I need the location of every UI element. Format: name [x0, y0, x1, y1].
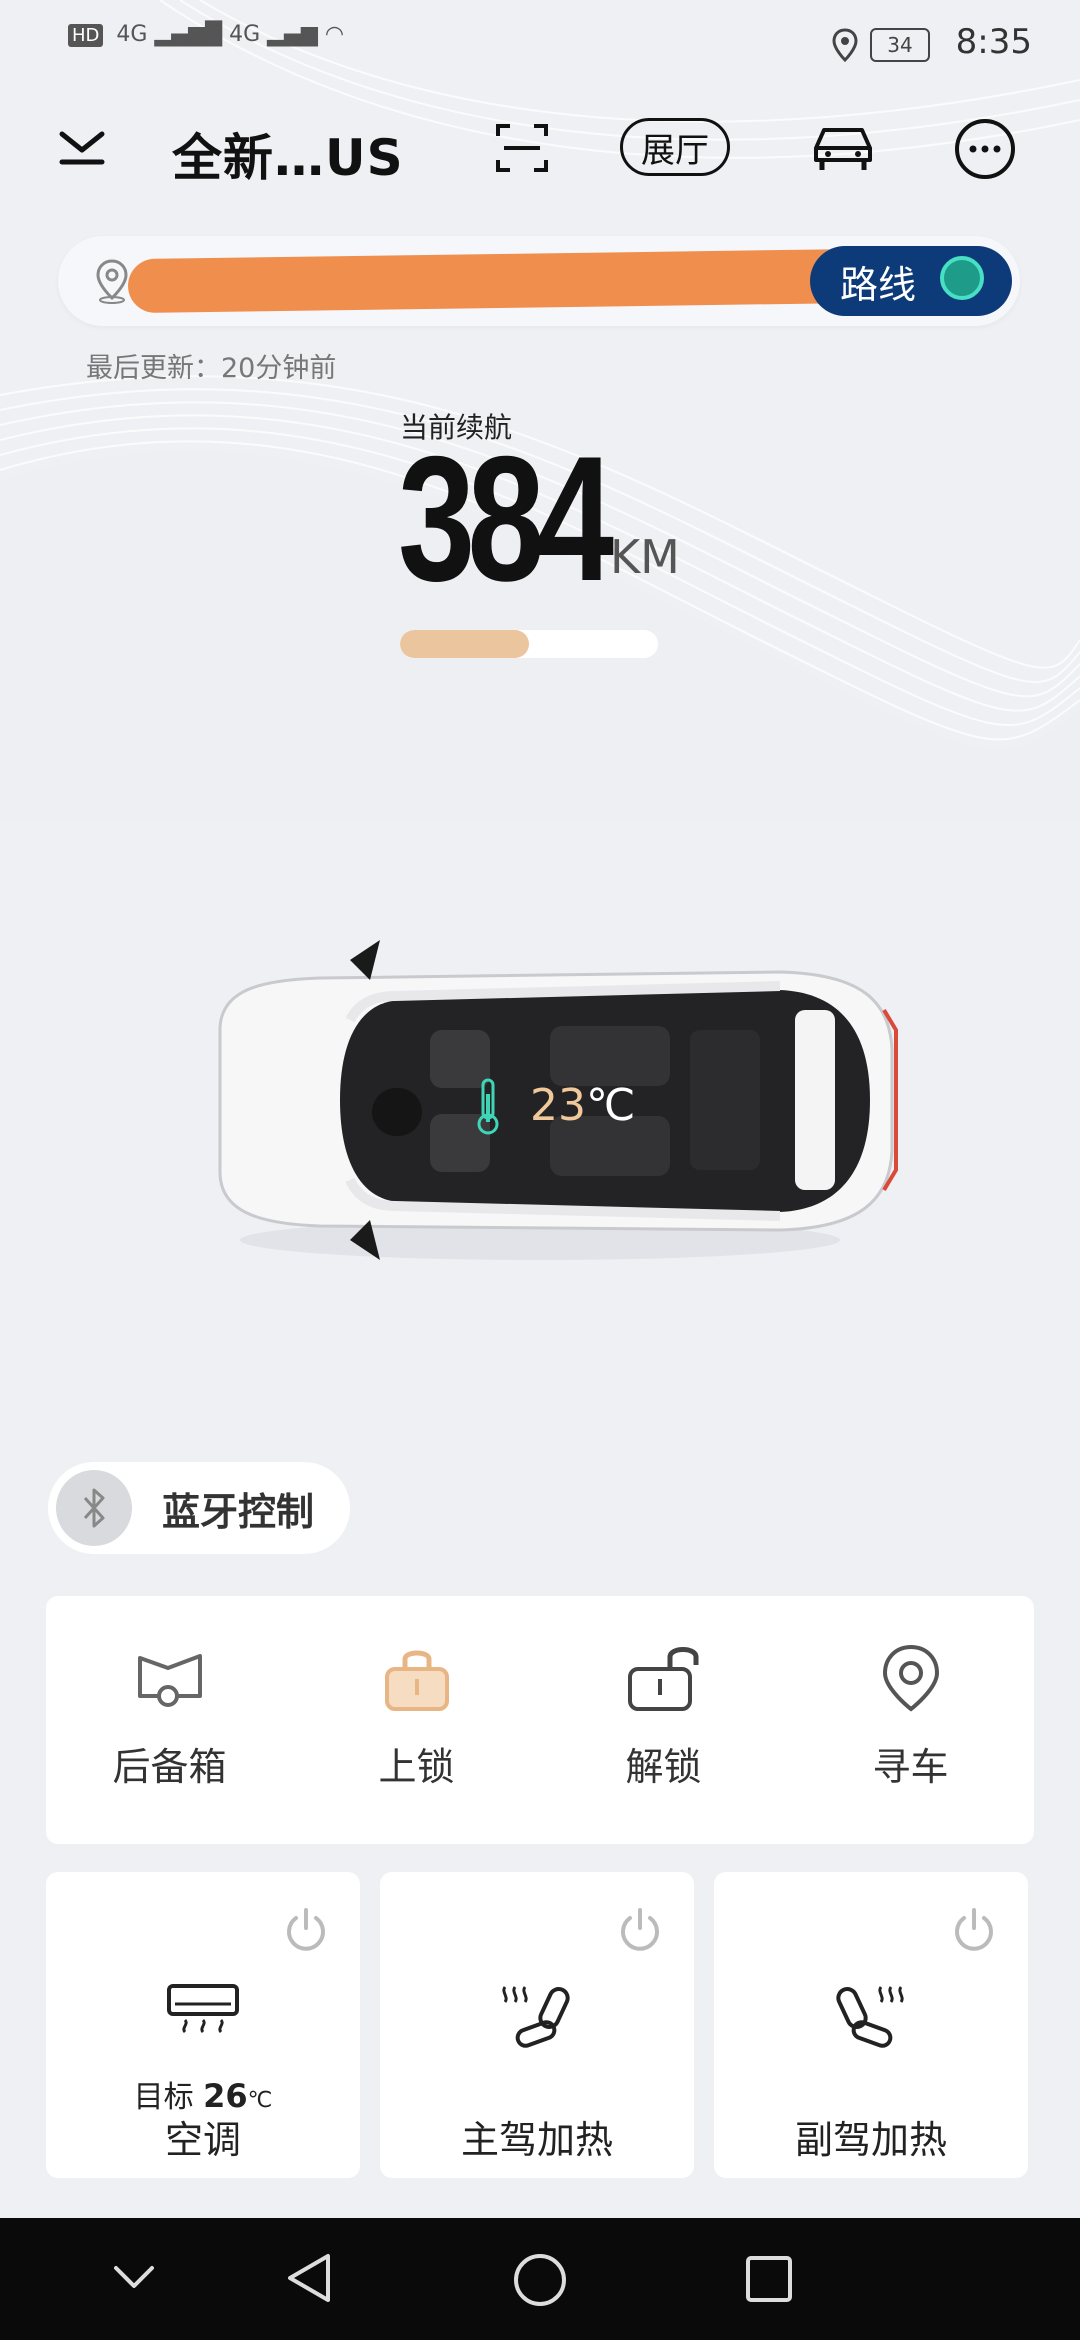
- unlock-label: 解锁: [625, 1745, 702, 1789]
- range-bar-fill: [400, 630, 529, 658]
- ac-card[interactable]: 目标 26℃ 空调: [46, 1872, 360, 2178]
- passenger-seat-heat-label: 副驾加热: [794, 2118, 947, 2162]
- find-car-label: 寻车: [872, 1745, 949, 1789]
- status-bar: HD 4G ▂▄▆█ 4G ▂▄▆ ◠ 34 8:35: [0, 0, 1080, 90]
- nav-home-icon[interactable]: [512, 2252, 568, 2308]
- lock-button[interactable]: 上锁: [293, 1596, 540, 1844]
- battery-icon: 34: [870, 28, 930, 62]
- ac-icon: [46, 1982, 360, 2042]
- last-updated: 最后更新：20分钟前: [86, 353, 337, 384]
- location-icon: [832, 28, 858, 62]
- ac-power-icon[interactable]: [282, 1906, 330, 1954]
- thermometer-icon: [477, 1078, 499, 1135]
- cabin-temp-value: 23: [530, 1080, 586, 1131]
- bluetooth-label: 蓝牙控制: [162, 1489, 315, 1534]
- map-pin-icon: [96, 259, 128, 304]
- route-button[interactable]: 路线: [810, 246, 1012, 316]
- range-bar: [400, 630, 658, 658]
- vehicle-title[interactable]: 全新…US: [172, 118, 404, 190]
- nav-hide-icon[interactable]: [112, 2262, 156, 2292]
- passenger-seat-heat-icon: [714, 1982, 1028, 2052]
- address-redaction: [127, 248, 869, 314]
- trunk-button[interactable]: 后备箱: [46, 1596, 293, 1844]
- unlock-button[interactable]: 解锁: [540, 1596, 787, 1844]
- cabin-temperature: 23℃: [530, 1080, 635, 1131]
- lock-icon: [372, 1638, 462, 1718]
- showroom-button[interactable]: 展厅: [620, 118, 730, 176]
- trunk-label: 后备箱: [112, 1745, 227, 1789]
- wifi-icon: ◠: [324, 22, 345, 47]
- collapse-icon[interactable]: [56, 124, 108, 170]
- system-nav-bar: [0, 2218, 1080, 2340]
- car-top-view: 23℃: [180, 940, 900, 1270]
- find-car-icon: [866, 1638, 956, 1718]
- car-icon[interactable]: [810, 120, 876, 176]
- driver-seat-heat-label: 主驾加热: [460, 2118, 613, 2162]
- driver-heat-power-icon[interactable]: [616, 1906, 664, 1954]
- find-car-button[interactable]: 寻车: [787, 1596, 1034, 1844]
- passenger-seat-heat-card[interactable]: 副驾加热: [714, 1872, 1028, 2178]
- unlock-icon: [619, 1638, 709, 1718]
- range-value: 384: [398, 419, 614, 618]
- location-bar[interactable]: 路线: [58, 236, 1020, 326]
- scan-icon[interactable]: [494, 120, 550, 176]
- nav-back-icon[interactable]: [286, 2252, 332, 2304]
- driver-seat-heat-icon: [380, 1982, 694, 2052]
- range-unit: KM: [610, 530, 680, 584]
- clock: 8:35: [955, 22, 1032, 62]
- route-icon: [940, 256, 984, 300]
- more-icon[interactable]: [954, 118, 1016, 180]
- driver-seat-heat-card[interactable]: 主驾加热: [380, 1872, 694, 2178]
- signal-icon: 4G ▂▄▆█ 4G ▂▄▆: [116, 22, 325, 47]
- route-label: 路线: [840, 262, 917, 307]
- cabin-temp-unit: ℃: [586, 1080, 636, 1131]
- quick-actions-card: 后备箱 上锁 解锁 寻车: [46, 1596, 1034, 1844]
- trunk-icon: [125, 1638, 215, 1718]
- ac-label: 空调: [164, 2118, 241, 2162]
- network-indicator: HD 4G ▂▄▆█ 4G ▂▄▆ ◠: [68, 22, 344, 47]
- bluetooth-icon: [56, 1470, 132, 1546]
- bluetooth-control[interactable]: 蓝牙控制: [48, 1462, 350, 1554]
- lock-label: 上锁: [378, 1745, 455, 1789]
- passenger-heat-power-icon[interactable]: [950, 1906, 998, 1954]
- nav-recents-icon[interactable]: [744, 2254, 794, 2304]
